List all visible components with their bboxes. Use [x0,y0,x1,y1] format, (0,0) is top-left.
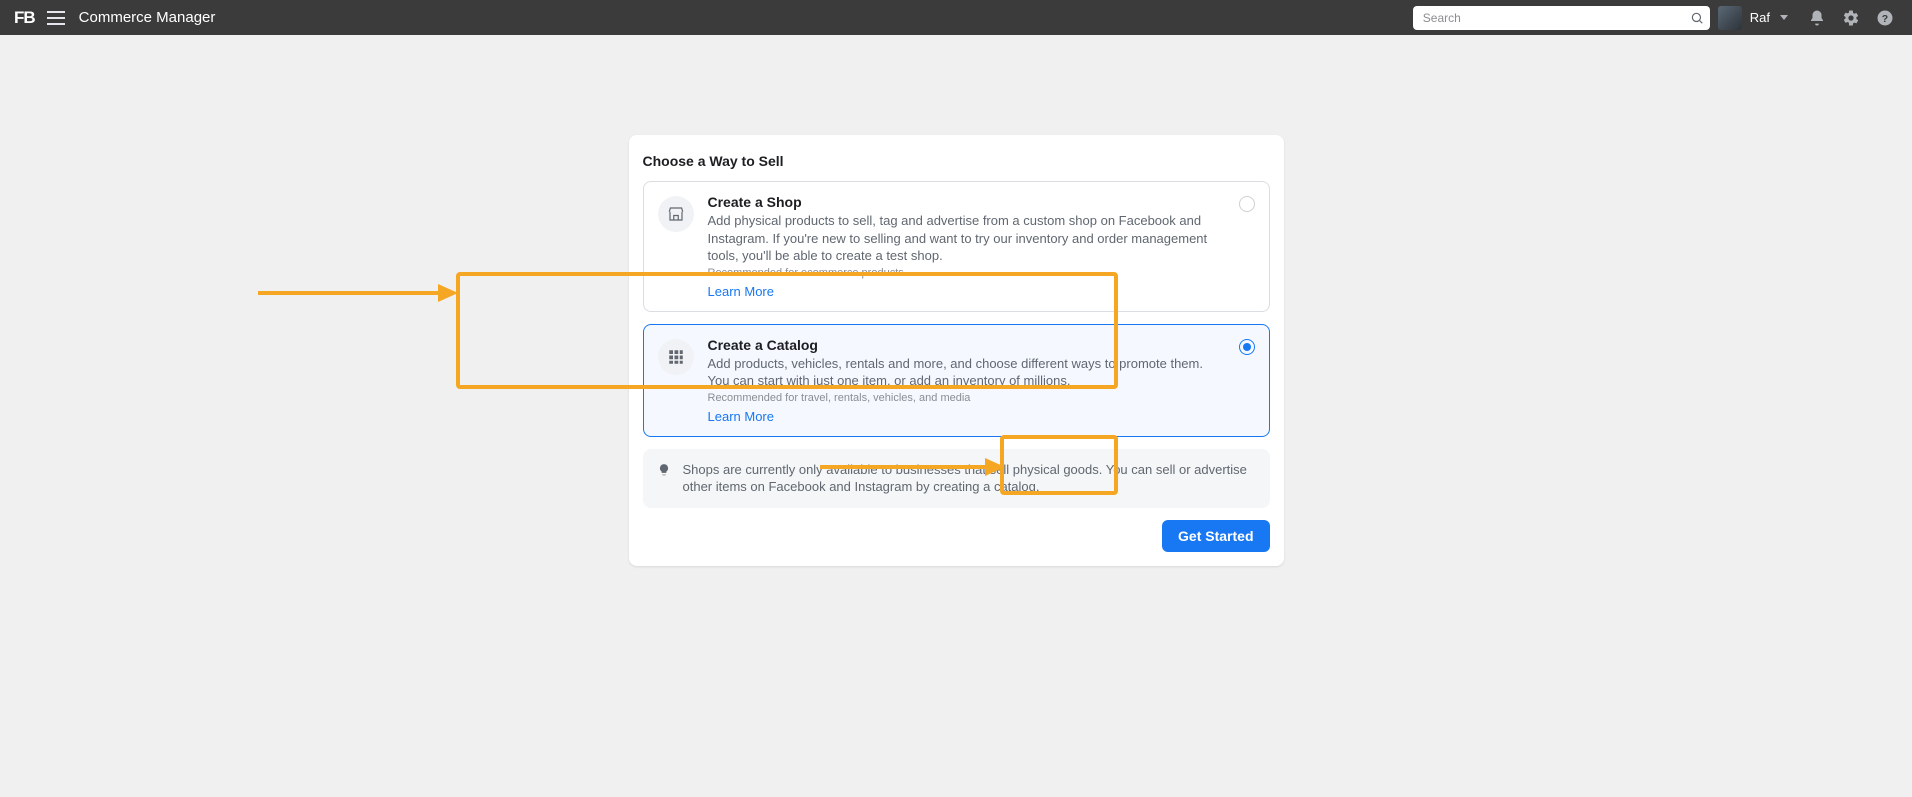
card-footer: Get Started [643,520,1270,552]
topbar-right: Raf ? [1413,6,1898,30]
option-recommended: Recommended for ecommerce products [708,267,1225,279]
top-bar: FB Commerce Manager Raf ? [0,0,1912,35]
card-title: Choose a Way to Sell [643,153,1270,169]
search-icon [1690,11,1704,25]
gear-icon [1842,9,1860,27]
catalog-icon [667,348,685,366]
info-banner: Shops are currently only available to bu… [643,449,1270,508]
option-title: Create a Shop [708,194,1225,210]
shop-icon-wrap [658,196,694,232]
username[interactable]: Raf [1750,10,1770,25]
chevron-down-icon[interactable] [1780,15,1788,20]
option-create-shop[interactable]: Create a Shop Add physical products to s… [643,181,1270,312]
option-desc: Add products, vehicles, rentals and more… [708,355,1225,390]
bell-icon [1808,9,1826,27]
get-started-button[interactable]: Get Started [1162,520,1269,552]
option-body: Create a Catalog Add products, vehicles,… [708,337,1225,426]
bulb-icon [657,463,671,477]
radio-unchecked[interactable] [1239,196,1255,212]
annotation-arrow-1 [258,278,458,308]
settings-button[interactable] [1838,9,1864,27]
info-text: Shops are currently only available to bu… [683,461,1256,496]
option-create-catalog[interactable]: Create a Catalog Add products, vehicles,… [643,324,1270,437]
fb-logo[interactable]: FB [14,8,35,28]
app-title: Commerce Manager [79,9,216,26]
radio-checked[interactable] [1239,339,1255,355]
option-body: Create a Shop Add physical products to s… [708,194,1225,301]
menu-icon[interactable] [47,11,65,25]
option-desc: Add physical products to sell, tag and a… [708,212,1225,265]
catalog-icon-wrap [658,339,694,375]
option-recommended: Recommended for travel, rentals, vehicle… [708,392,1225,404]
learn-more-link[interactable]: Learn More [708,284,774,299]
search-wrap [1413,6,1710,30]
help-icon: ? [1876,9,1894,27]
svg-text:?: ? [1882,12,1888,24]
option-title: Create a Catalog [708,337,1225,353]
avatar[interactable] [1718,6,1742,30]
shop-icon [667,205,685,223]
notifications-button[interactable] [1804,9,1830,27]
choose-way-card: Choose a Way to Sell Create a Shop Add p… [629,135,1284,566]
search-input[interactable] [1413,11,1710,25]
help-button[interactable]: ? [1872,9,1898,27]
learn-more-link[interactable]: Learn More [708,409,774,424]
